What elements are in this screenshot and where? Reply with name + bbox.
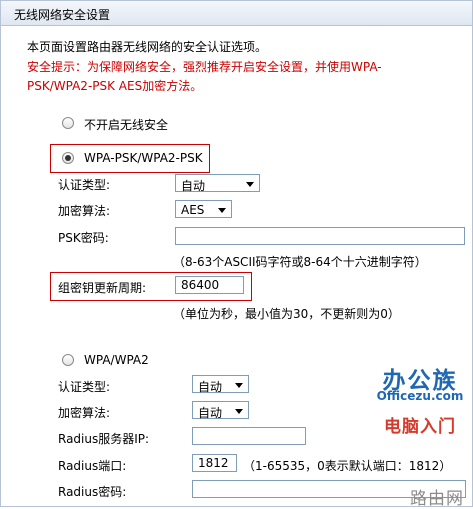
panel-header: 无线网络安全设置 <box>1 1 472 26</box>
label-disable-security: 不开启无线安全 <box>84 118 169 132</box>
psk-password-hint: （8-63个ASCII码字符或8-64个十六进制字符） <box>173 255 427 269</box>
select-psk-encryption-value: AES <box>181 203 205 217</box>
radio-wpa-enterprise[interactable] <box>62 354 74 366</box>
label-psk-auth-type: 认证类型: <box>58 178 111 192</box>
page-title: 无线网络安全设置 <box>14 8 111 22</box>
select-wpa-encryption-value: 自动 <box>198 406 223 420</box>
select-psk-auth-type[interactable]: 自动 <box>175 174 260 193</box>
select-wpa-encryption[interactable]: 自动 <box>192 401 249 420</box>
security-warning-line2: PSK/WPA2-PSK AES加密方法。 <box>27 79 203 93</box>
chevron-down-icon <box>235 383 243 388</box>
psk-password-input[interactable] <box>175 227 465 245</box>
label-radius-port: Radius端口: <box>58 459 127 473</box>
label-psk-encryption: 加密算法: <box>58 204 111 218</box>
label-radius-ip: Radius服务器IP: <box>58 432 150 446</box>
group-key-period-input[interactable] <box>175 276 244 294</box>
corner-watermark: 路由网 <box>410 489 464 509</box>
chevron-down-icon <box>246 182 254 187</box>
radius-ip-input[interactable] <box>192 427 306 445</box>
radius-port-hint: （1-65535，0表示默认端口：1812） <box>243 459 452 473</box>
brand-domain: Officezu.com <box>376 389 464 403</box>
label-wpa-enterprise: WPA/WPA2 <box>84 353 149 367</box>
select-psk-auth-type-value: 自动 <box>181 179 206 193</box>
label-radius-password: Radius密码: <box>58 485 127 499</box>
label-wpa-psk: WPA-PSK/WPA2-PSK <box>84 151 203 165</box>
brand-tagline: 电脑入门 <box>384 417 456 437</box>
chevron-down-icon <box>218 208 226 213</box>
security-warning-line1: 安全提示：为保障网络安全，强烈推荐开启安全设置，并使用WPA- <box>27 60 382 74</box>
label-psk-password: PSK密码: <box>58 231 109 245</box>
radio-disable-security[interactable] <box>62 117 74 129</box>
label-wpa-encryption: 加密算法: <box>58 406 111 420</box>
select-psk-encryption[interactable]: AES <box>175 200 232 218</box>
select-wpa-auth-type-value: 自动 <box>198 380 223 394</box>
chevron-down-icon <box>235 409 243 414</box>
radius-port-input[interactable] <box>192 454 237 472</box>
label-group-key-period: 组密钥更新周期: <box>58 281 147 295</box>
label-wpa-auth-type: 认证类型: <box>58 380 111 394</box>
group-key-period-hint: （单位为秒，最小值为30，不更新则为0） <box>173 307 400 321</box>
intro-description: 本页面设置路由器无线网络的安全认证选项。 <box>27 40 268 54</box>
select-wpa-auth-type[interactable]: 自动 <box>192 375 249 394</box>
radio-wpa-psk[interactable] <box>62 152 74 164</box>
